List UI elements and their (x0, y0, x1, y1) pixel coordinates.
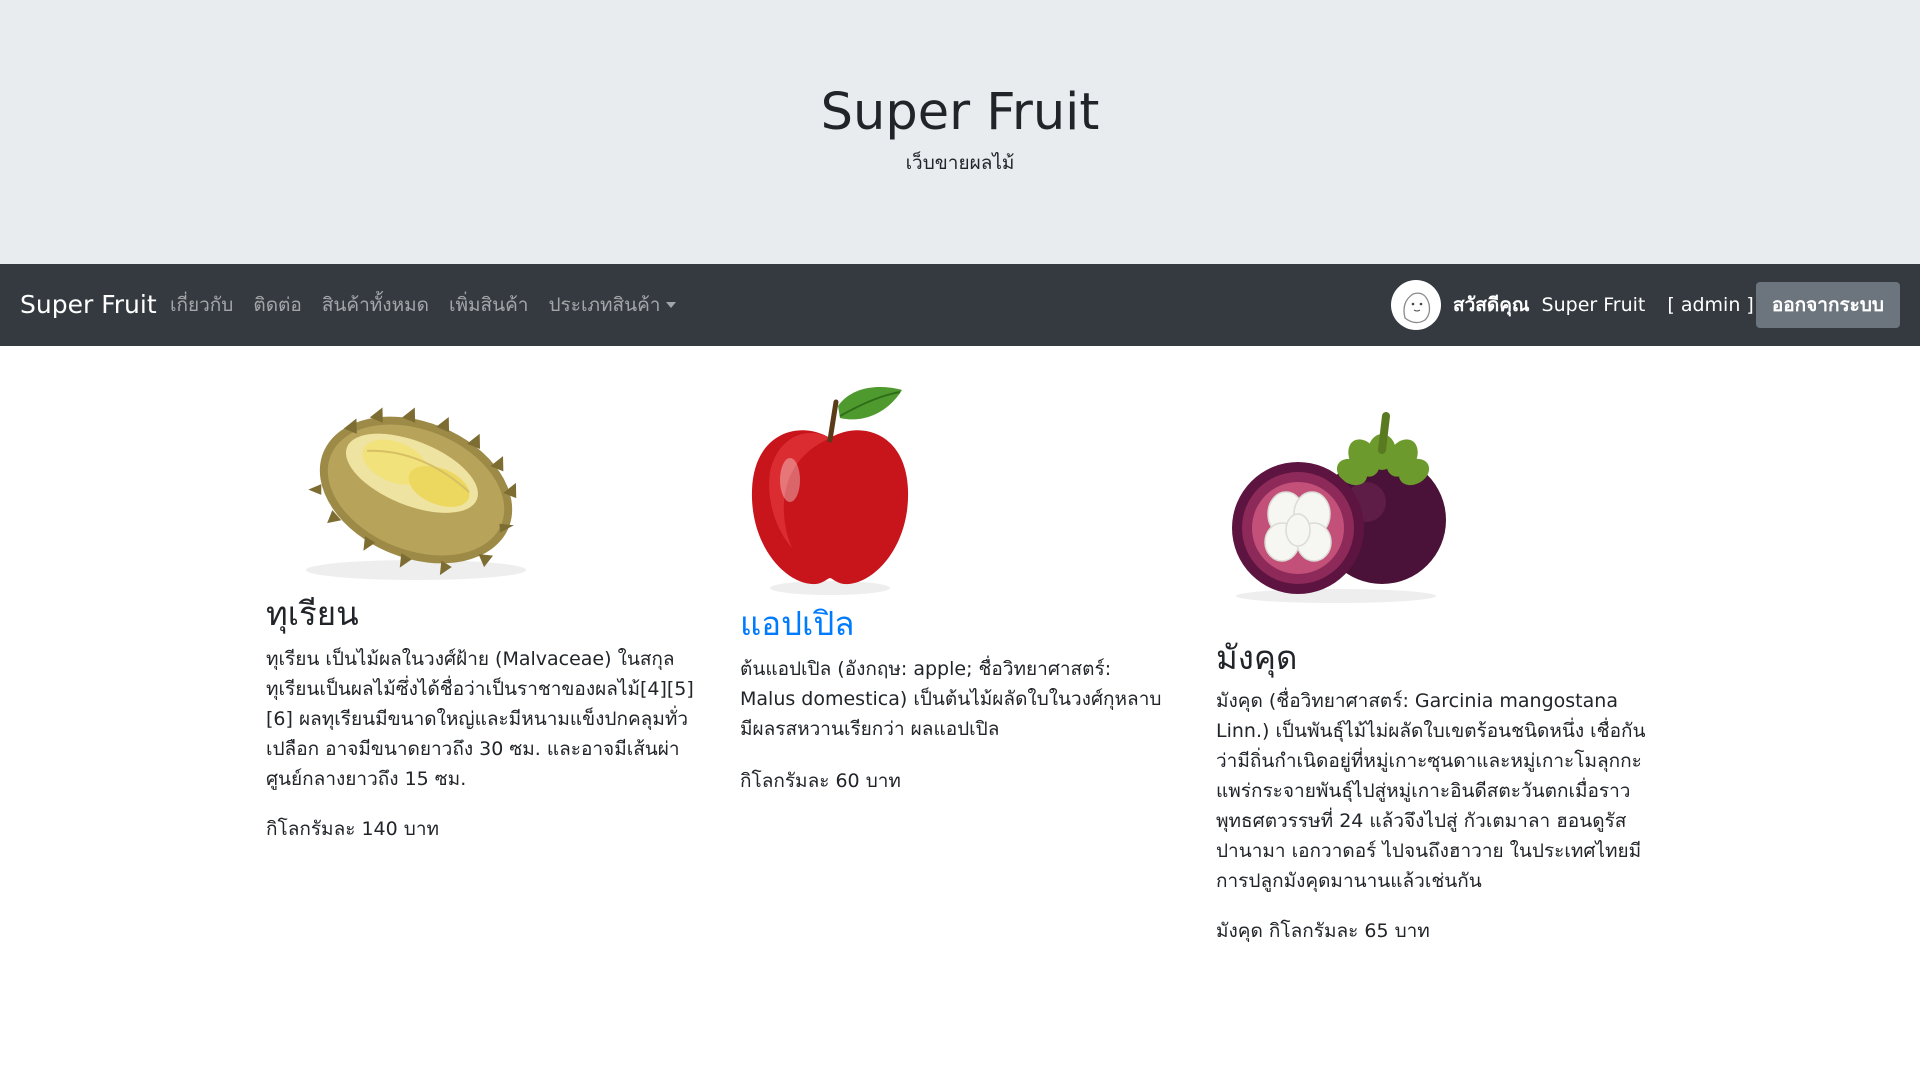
product-price-apple: กิโลกรัมละ 60 บาท (740, 770, 901, 792)
durian-image (266, 380, 578, 592)
product-price-mangosteen: มังคุด กิโลกรัมละ 65 บาท (1216, 920, 1430, 942)
logout-button[interactable]: ออกจากระบบ (1755, 282, 1900, 328)
nav-link-about[interactable]: เกี่ยวกับ (160, 290, 243, 320)
product-description-apple: ต้นแอปเปิล (อังกฤษ: apple; ชื่อวิทยาศาสต… (740, 658, 1162, 740)
avatar-face-icon (1392, 281, 1440, 329)
site-subtitle: เว็บขายผลไม้ (905, 152, 1015, 174)
product-title-durian: ทุเรียน (266, 594, 359, 633)
user-area: สวัสดีคุณ Super Fruit [ admin ] ออกจากระ… (1391, 264, 1900, 346)
product-price-durian: กิโลกรัมละ 140 บาท (266, 818, 440, 840)
avatar (1391, 280, 1441, 330)
product-title-apple-link[interactable]: แอปเปิล (740, 602, 855, 646)
product-description-durian: ทุเรียน เป็นไม้ผลในวงศ์ฝ้าย (Malvaceae) … (266, 648, 694, 790)
nav-links: เกี่ยวกับ ติดต่อ สินค้าทั้งหมด เพิ่มสินค… (160, 264, 686, 346)
mangosteen-image (1216, 410, 1456, 606)
nav-link-all-products[interactable]: สินค้าทั้งหมด (312, 290, 439, 320)
nav-dropdown-categories-label: ประเภทสินค้า (548, 294, 661, 316)
site-title: Super Fruit (820, 83, 1100, 142)
product-description-mangosteen: มังคุด (ชื่อวิทยาศาสตร์: Garcinia mangos… (1216, 690, 1646, 892)
navbar: Super Fruit เกี่ยวกับ ติดต่อ สินค้าทั้งห… (0, 264, 1920, 346)
user-name: Super Fruit (1541, 294, 1646, 316)
product-title-mangosteen: มังคุด (1216, 638, 1298, 677)
greeting-text: สวัสดีคุณ (1453, 294, 1530, 316)
user-role: [ admin ] (1667, 294, 1754, 316)
caret-down-icon (666, 302, 677, 308)
apple-image (740, 380, 920, 598)
navbar-brand[interactable]: Super Fruit (20, 288, 157, 322)
jumbotron-header: Super Fruit เว็บขายผลไม้ (0, 0, 1920, 264)
nav-link-contact[interactable]: ติดต่อ (243, 290, 311, 320)
nav-link-add-product[interactable]: เพิ่มสินค้า (439, 290, 539, 320)
nav-dropdown-categories[interactable]: ประเภทสินค้า (538, 290, 686, 320)
